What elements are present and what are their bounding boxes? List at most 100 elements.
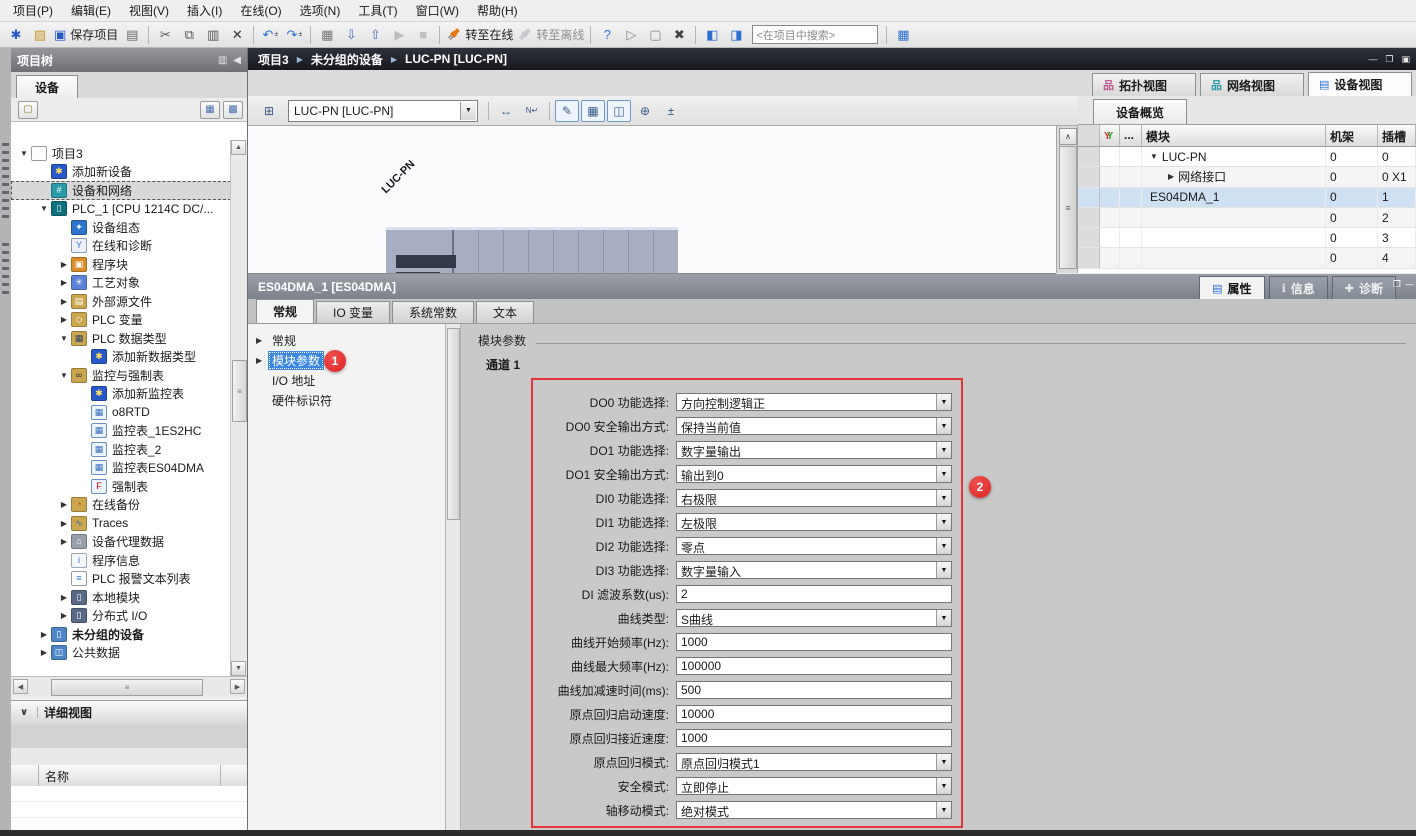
nav-item-模块参数[interactable]: ▶模块参数 bbox=[248, 350, 445, 370]
parameter-dropdown[interactable]: 左极限▼ bbox=[676, 513, 952, 531]
menu-item-5[interactable]: 选项(N) bbox=[291, 0, 350, 21]
expand-closed-icon[interactable]: ▶ bbox=[57, 278, 71, 287]
undo-icon[interactable]: ↶± bbox=[259, 24, 281, 46]
parameter-dropdown[interactable]: 数字量输出▼ bbox=[676, 441, 952, 459]
window-button-icon[interactable]: — bbox=[1368, 54, 1377, 65]
scroll-left-icon[interactable]: ◀ bbox=[13, 679, 28, 694]
expand-closed-icon[interactable]: ▶ bbox=[57, 315, 71, 324]
dropdown-arrow-icon[interactable]: ± bbox=[274, 31, 278, 38]
download-icon[interactable]: ⇩ bbox=[340, 24, 362, 46]
split-vertical-icon[interactable]: ◨ bbox=[725, 24, 747, 46]
expand-closed-icon[interactable]: ▶ bbox=[57, 500, 71, 509]
parameter-dropdown[interactable]: S曲线▼ bbox=[676, 609, 952, 627]
parameter-input[interactable]: 500 bbox=[676, 681, 952, 699]
tree-horizontal-scrollbar[interactable]: ◀ ≡ ▶ bbox=[11, 676, 247, 697]
tree-filter-icon[interactable]: ▢ bbox=[18, 101, 38, 119]
parameter-dropdown[interactable]: 数字量输入▼ bbox=[676, 561, 952, 579]
compile-icon[interactable]: ▦ bbox=[316, 24, 338, 46]
overview-column-机架[interactable]: 机架 bbox=[1326, 125, 1378, 146]
menu-item-6[interactable]: 工具(T) bbox=[349, 0, 406, 21]
parameter-dropdown[interactable]: 立即停止▼ bbox=[676, 777, 952, 795]
nav-item-I/O 地址[interactable]: I/O 地址 bbox=[248, 370, 445, 390]
chevron-down-icon[interactable]: ▼ bbox=[936, 802, 951, 818]
split-horizontal-icon[interactable]: ◧ bbox=[701, 24, 723, 46]
expand-open-icon[interactable]: ▼ bbox=[57, 334, 71, 343]
expand-closed-icon[interactable]: ▶ bbox=[256, 336, 268, 345]
tree-item[interactable]: ▶▤外部源文件 bbox=[11, 292, 231, 311]
copy-icon[interactable]: ⧉ bbox=[178, 24, 200, 46]
module-cell[interactable] bbox=[1142, 208, 1326, 227]
panel-window-button-icon[interactable]: ❐ bbox=[1393, 279, 1401, 290]
panel-options-icon[interactable]: ▥ bbox=[218, 55, 227, 66]
scroll-up-icon[interactable]: ▲ bbox=[231, 140, 246, 155]
tree-item[interactable]: ▼项目3 bbox=[11, 144, 231, 163]
detail-view-header[interactable]: ∨ 详细视图 bbox=[11, 700, 247, 725]
print-icon[interactable]: ▤ bbox=[121, 24, 143, 46]
go-online-icon[interactable]: 转至在线 bbox=[445, 24, 514, 46]
splitter-grip[interactable]: ≡ bbox=[1059, 146, 1077, 269]
tree-item[interactable]: ▦监控表_1ES2HC bbox=[11, 422, 231, 441]
tree-item[interactable]: ✱添加新设备 bbox=[11, 163, 231, 182]
parameter-dropdown[interactable]: 方向控制逻辑正▼ bbox=[676, 393, 952, 411]
tab-信息[interactable]: ℹ信息 bbox=[1269, 276, 1328, 300]
tab-IO 变量[interactable]: IO 变量 bbox=[316, 301, 390, 323]
row-selector-cell[interactable] bbox=[1078, 208, 1100, 227]
tab-系统常数[interactable]: 系统常数 bbox=[392, 301, 474, 323]
tab-网络视图[interactable]: 品网络视图 bbox=[1200, 73, 1304, 96]
nav-item-硬件标识符[interactable]: 硬件标识符 bbox=[248, 390, 445, 410]
chevron-up-icon[interactable]: ∧ bbox=[1059, 128, 1077, 145]
device-canvas[interactable]: LUC-PN bbox=[248, 126, 1056, 274]
nav-item-常规[interactable]: ▶常规 bbox=[248, 330, 445, 350]
tree-item[interactable]: ✱添加新监控表 bbox=[11, 385, 231, 404]
tab-文本[interactable]: 文本 bbox=[476, 301, 534, 323]
module-cell[interactable]: ES04DMA_1 bbox=[1142, 188, 1326, 207]
parameter-dropdown[interactable]: 输出到0▼ bbox=[676, 465, 952, 483]
tree-vertical-scrollbar[interactable]: ▲ ≡ ▼ bbox=[230, 140, 247, 676]
chevron-down-icon[interactable]: ▼ bbox=[936, 394, 951, 410]
parameter-dropdown[interactable]: 保持当前值▼ bbox=[676, 417, 952, 435]
chevron-down-icon[interactable]: ▼ bbox=[936, 490, 951, 506]
tree-item[interactable]: #设备和网络 bbox=[11, 181, 231, 200]
scroll-thumb[interactable]: ≡ bbox=[51, 679, 203, 696]
chevron-down-icon[interactable]: ▼ bbox=[460, 102, 476, 120]
chevron-down-icon[interactable]: ▼ bbox=[936, 418, 951, 434]
tab-device-overview[interactable]: 设备概览 bbox=[1093, 99, 1187, 125]
tree-item[interactable]: ✱添加新数据类型 bbox=[11, 348, 231, 367]
overview-row[interactable]: ES04DMA_101 bbox=[1078, 188, 1416, 208]
expand-open-icon[interactable]: ▼ bbox=[57, 371, 71, 380]
parameter-dropdown[interactable]: 零点▼ bbox=[676, 537, 952, 555]
tree-item[interactable]: ▶▯未分组的设备 bbox=[11, 625, 231, 644]
row-selector-cell[interactable] bbox=[1078, 228, 1100, 247]
tree-item[interactable]: F强制表 bbox=[11, 477, 231, 496]
project-search-input[interactable] bbox=[752, 25, 878, 44]
window-button-icon[interactable]: ▣ bbox=[1401, 54, 1410, 65]
row-selector-cell[interactable] bbox=[1078, 188, 1100, 207]
new-project-icon[interactable]: ✱ bbox=[5, 24, 27, 46]
tab-devices[interactable]: 设备 bbox=[16, 75, 78, 99]
expand-open-icon[interactable]: ▼ bbox=[17, 149, 31, 158]
expand-closed-icon[interactable]: ▶ bbox=[57, 260, 71, 269]
window-button-icon[interactable]: ❐ bbox=[1385, 54, 1393, 65]
scroll-thumb[interactable]: ≡ bbox=[232, 360, 247, 422]
overview-column-模块[interactable]: 模块 bbox=[1142, 125, 1326, 146]
tab-设备视图[interactable]: ▤设备视图 bbox=[1308, 72, 1412, 96]
expand-closed-icon[interactable]: ▶ bbox=[1168, 172, 1174, 181]
tree-item[interactable]: Y在线和诊断 bbox=[11, 237, 231, 256]
overview-column-插槽[interactable]: 插槽 bbox=[1378, 125, 1416, 146]
tree-item[interactable]: ▶▯分布式 I/O bbox=[11, 607, 231, 626]
start-simulation-icon[interactable]: ▷ bbox=[620, 24, 642, 46]
expand-closed-icon[interactable]: ▶ bbox=[57, 519, 71, 528]
module-cell[interactable]: ▶网络接口 bbox=[1142, 167, 1326, 186]
redo-icon[interactable]: ↷± bbox=[283, 24, 305, 46]
row-selector-cell[interactable] bbox=[1078, 248, 1100, 267]
accessible-devices-icon[interactable]: ? bbox=[596, 24, 618, 46]
tree-item[interactable]: ▦o8RTD bbox=[11, 403, 231, 422]
stop-simulation-icon[interactable]: ▢ bbox=[644, 24, 666, 46]
device-network-icon[interactable]: ⊞ bbox=[257, 100, 281, 122]
expand-closed-icon[interactable]: ▶ bbox=[57, 611, 71, 620]
parameter-input[interactable]: 10000 bbox=[676, 705, 952, 723]
module-cell[interactable] bbox=[1142, 248, 1326, 267]
open-project-icon[interactable]: ▨ bbox=[29, 24, 51, 46]
scroll-down-icon[interactable]: ▼ bbox=[231, 661, 246, 676]
parameter-dropdown[interactable]: 绝对模式▼ bbox=[676, 801, 952, 819]
